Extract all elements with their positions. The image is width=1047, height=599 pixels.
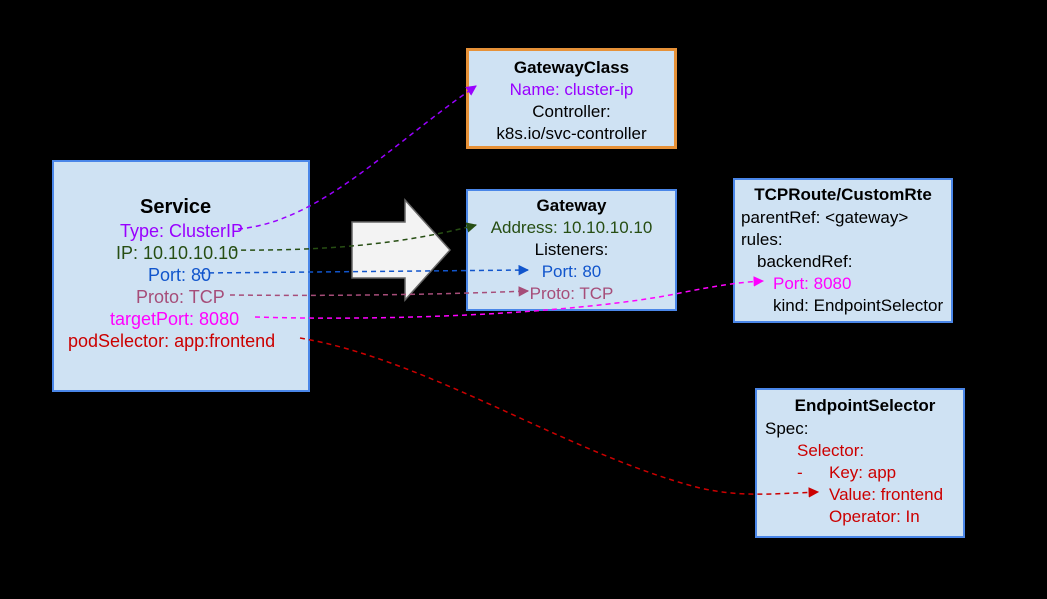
endpointselector-value: Value: frontend [829,484,943,506]
gateway-port: Port: 80 [468,261,675,283]
service-type: Type: ClusterIP [120,220,243,243]
service-title: Service [140,194,211,220]
gateway-title: Gateway [468,195,675,217]
route-parentref: parentRef: <gateway> [741,207,908,229]
route-box: TCPRoute/CustomRte parentRef: <gateway> … [733,178,953,323]
gatewayclass-box: GatewayClass Name: cluster-ip Controller… [466,48,677,149]
endpointselector-dash: - [797,462,803,484]
service-podselector: podSelector: app:frontend [68,330,275,353]
gateway-box: Gateway Address: 10.10.10.10 Listeners: … [466,189,677,311]
gatewayclass-title: GatewayClass [469,57,674,79]
endpointselector-operator: Operator: In [829,506,920,528]
route-port: Port: 8080 [773,273,851,295]
gateway-address: Address: 10.10.10.10 [468,217,675,239]
gateway-proto: Proto: TCP [468,283,675,305]
endpointselector-spec: Spec: [765,418,808,440]
gateway-listeners: Listeners: [468,239,675,261]
gatewayclass-controller-value: k8s.io/svc-controller [469,123,674,145]
route-backendref: backendRef: [757,251,852,273]
service-targetport: targetPort: 8080 [110,308,239,331]
endpointselector-key: Key: app [829,462,896,484]
service-proto: Proto: TCP [136,286,225,309]
endpointselector-box: EndpointSelector Spec: Selector: - Key: … [755,388,965,538]
gatewayclass-controller-label: Controller: [469,101,674,123]
gatewayclass-name: Name: cluster-ip [469,79,674,101]
service-ip: IP: 10.10.10.10 [116,242,238,265]
endpointselector-title: EndpointSelector [767,395,963,417]
route-kind: kind: EndpointSelector [773,295,943,317]
service-port: Port: 80 [148,264,211,287]
route-rules: rules: [741,229,783,251]
endpointselector-selector: Selector: [797,440,864,462]
route-title: TCPRoute/CustomRte [735,184,951,206]
conn-podselector-to-endpoint [300,338,818,494]
service-box: Service Type: ClusterIP IP: 10.10.10.10 … [52,160,310,392]
